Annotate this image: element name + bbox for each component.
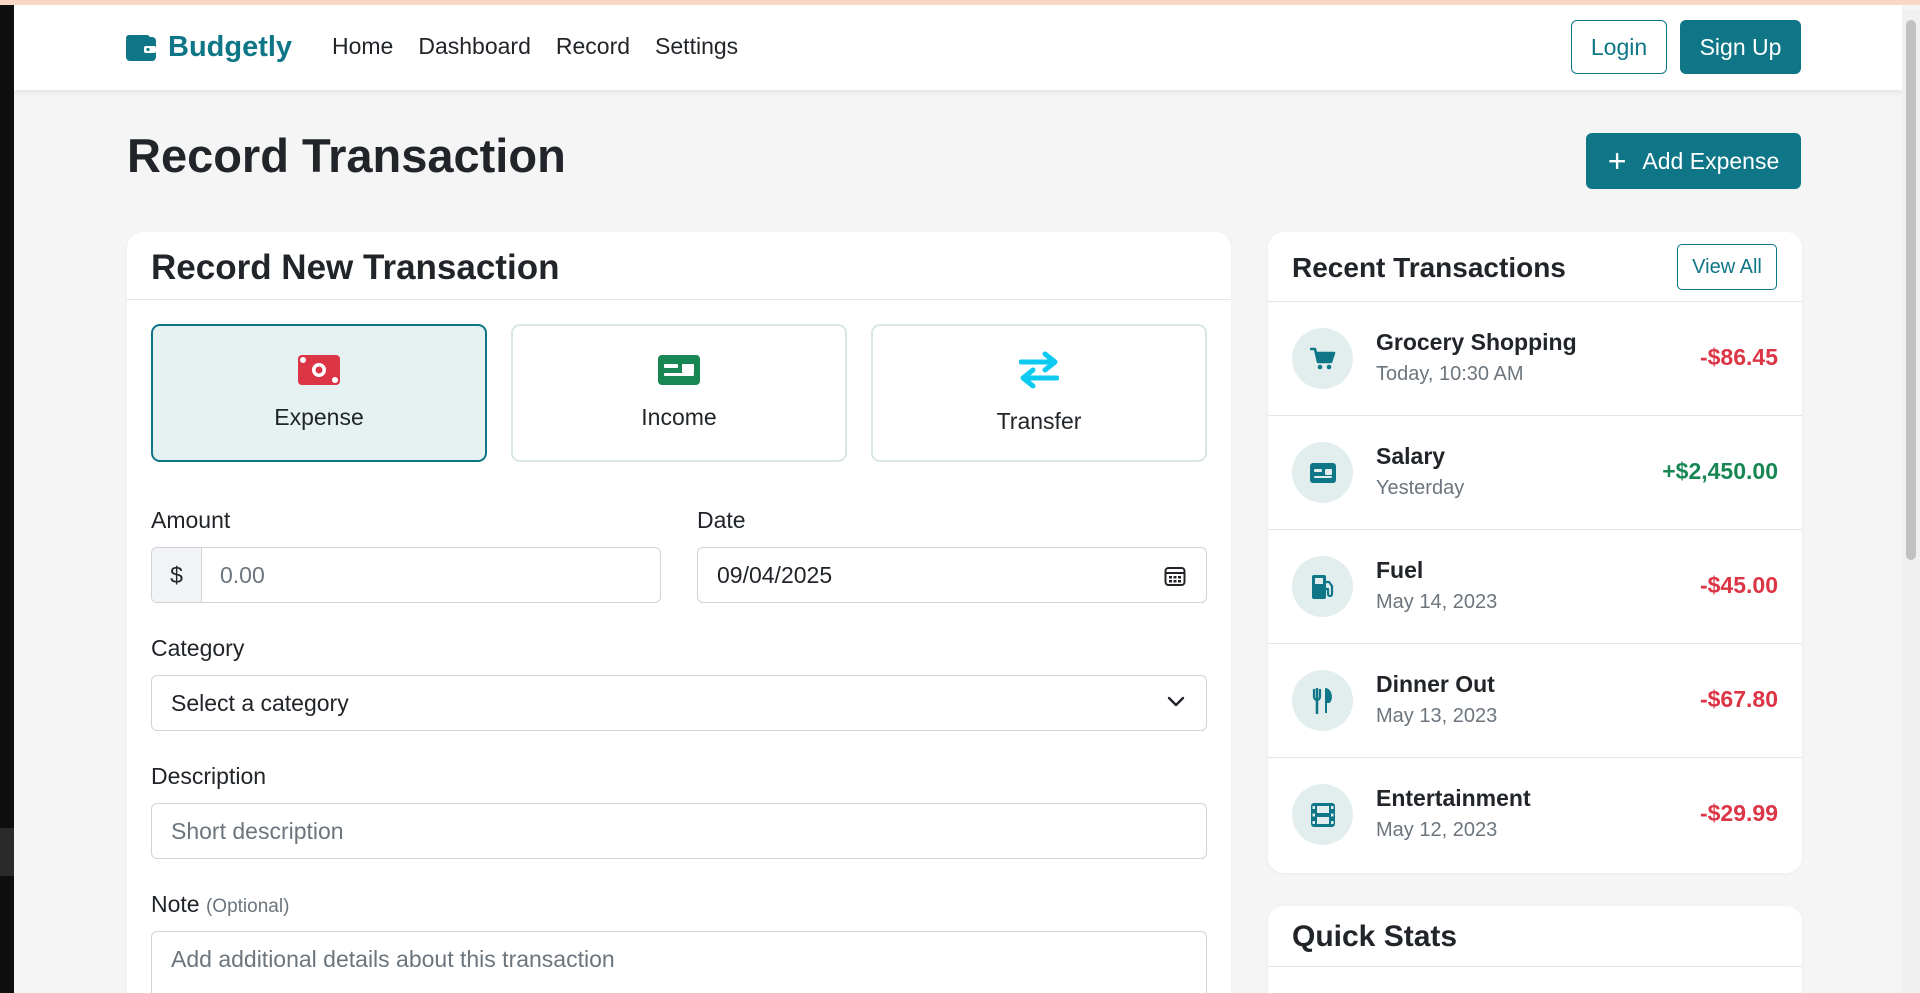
chevron-down-icon bbox=[1166, 694, 1186, 713]
category-value: Select a category bbox=[171, 690, 349, 716]
nav-settings[interactable]: Settings bbox=[655, 33, 738, 60]
login-button[interactable]: Login bbox=[1571, 20, 1667, 74]
view-all-button[interactable]: View All bbox=[1677, 244, 1777, 290]
transaction-name: Dinner Out bbox=[1376, 671, 1495, 697]
transaction-amount: -$45.00 bbox=[1699, 572, 1778, 598]
gas-pump-icon bbox=[1292, 556, 1353, 617]
nav-dashboard[interactable]: Dashboard bbox=[418, 33, 531, 60]
film-icon bbox=[1292, 784, 1353, 845]
type-income-button[interactable]: Income bbox=[511, 324, 847, 462]
money-check-icon bbox=[658, 355, 700, 390]
type-expense-button[interactable]: Expense bbox=[151, 324, 487, 462]
transaction-row[interactable]: Entertainment May 12, 2023 -$29.99 bbox=[1268, 758, 1802, 871]
wallet-icon bbox=[126, 34, 156, 61]
type-transfer-label: Transfer bbox=[996, 408, 1082, 434]
navbar: Budgetly Home Dashboard Record Settings … bbox=[14, 5, 1902, 90]
transaction-date: Today, 10:30 AM bbox=[1376, 363, 1524, 385]
nav-home[interactable]: Home bbox=[332, 33, 393, 60]
calendar-icon[interactable] bbox=[1164, 565, 1186, 592]
type-expense-label: Expense bbox=[274, 404, 364, 430]
transaction-row[interactable]: Dinner Out May 13, 2023 -$67.80 bbox=[1268, 644, 1802, 758]
transaction-date: May 13, 2023 bbox=[1376, 705, 1498, 727]
add-expense-label: Add Expense bbox=[1642, 147, 1780, 174]
transaction-date: Yesterday bbox=[1376, 477, 1465, 499]
type-transfer-button[interactable]: Transfer bbox=[871, 324, 1207, 462]
type-income-label: Income bbox=[641, 404, 717, 430]
signup-button[interactable]: Sign Up bbox=[1680, 20, 1801, 74]
description-placeholder: Short description bbox=[171, 818, 344, 844]
recent-header: Recent Transactions View All bbox=[1268, 232, 1802, 302]
transaction-date: May 14, 2023 bbox=[1376, 591, 1498, 613]
scrollbar-thumb[interactable] bbox=[1906, 20, 1916, 560]
date-label: Date bbox=[697, 507, 746, 533]
stats-header: Quick Stats bbox=[1268, 906, 1802, 967]
stats-title: Quick Stats bbox=[1292, 920, 1458, 953]
transaction-amount: +$2,450.00 bbox=[1662, 458, 1778, 484]
category-select[interactable]: Select a category bbox=[151, 675, 1207, 731]
page-viewport: Budgetly Home Dashboard Record Settings … bbox=[14, 5, 1920, 993]
window-edge-marker bbox=[0, 828, 14, 876]
add-expense-button[interactable]: + Add Expense bbox=[1586, 133, 1801, 189]
note-optional-hint: (Optional) bbox=[205, 896, 290, 917]
description-input[interactable]: Short description bbox=[151, 803, 1207, 859]
page-title: Record Transaction bbox=[127, 129, 566, 182]
transaction-name: Salary bbox=[1376, 443, 1446, 469]
transaction-name: Fuel bbox=[1376, 557, 1424, 583]
form-card-header: Record New Transaction bbox=[127, 232, 1231, 300]
transaction-amount: -$67.80 bbox=[1699, 686, 1778, 712]
quick-stats-card: Quick Stats bbox=[1268, 906, 1802, 993]
transaction-amount: -$86.45 bbox=[1699, 344, 1778, 370]
transaction-name: Grocery Shopping bbox=[1376, 329, 1577, 355]
date-field[interactable]: 09/04/2025 bbox=[697, 547, 1207, 603]
recent-transactions-card: Recent Transactions View All Grocery Sho… bbox=[1268, 232, 1802, 873]
note-placeholder: Add additional details about this transa… bbox=[171, 946, 615, 972]
money-bill-icon bbox=[298, 355, 340, 390]
transaction-row[interactable]: Grocery Shopping Today, 10:30 AM -$86.45 bbox=[1268, 302, 1802, 416]
amount-field[interactable]: $ 0.00 bbox=[151, 547, 661, 603]
brand[interactable]: Budgetly bbox=[126, 31, 292, 64]
recent-title: Recent Transactions bbox=[1292, 252, 1566, 283]
utensils-icon bbox=[1292, 670, 1353, 731]
amount-label: Amount bbox=[151, 507, 231, 533]
amount-placeholder: 0.00 bbox=[220, 562, 265, 588]
currency-addon: $ bbox=[152, 548, 202, 602]
date-value: 09/04/2025 bbox=[717, 562, 833, 588]
money-check-icon bbox=[1292, 442, 1353, 503]
transaction-name: Entertainment bbox=[1376, 785, 1531, 811]
cart-icon bbox=[1292, 328, 1353, 389]
description-label: Description bbox=[151, 763, 267, 789]
plus-icon: + bbox=[1607, 143, 1627, 179]
transaction-row[interactable]: Salary Yesterday +$2,450.00 bbox=[1268, 416, 1802, 530]
category-label: Category bbox=[151, 635, 245, 661]
transaction-row[interactable]: Fuel May 14, 2023 -$45.00 bbox=[1268, 530, 1802, 644]
brand-name: Budgetly bbox=[168, 31, 293, 63]
page-scrollbar[interactable] bbox=[1902, 10, 1920, 993]
transaction-date: May 12, 2023 bbox=[1376, 819, 1498, 841]
transaction-form-card: Record New Transaction Expense Income Tr… bbox=[127, 232, 1231, 993]
nav-links: Home Dashboard Record Settings bbox=[332, 33, 738, 60]
exchange-arrows-icon bbox=[1018, 351, 1060, 394]
transaction-amount: -$29.99 bbox=[1699, 800, 1778, 826]
nav-record[interactable]: Record bbox=[556, 33, 630, 60]
form-title: Record New Transaction bbox=[151, 248, 560, 287]
note-label: Note (Optional) bbox=[151, 891, 289, 918]
note-textarea[interactable]: Add additional details about this transa… bbox=[151, 931, 1207, 993]
note-label-text: Note bbox=[151, 891, 200, 917]
